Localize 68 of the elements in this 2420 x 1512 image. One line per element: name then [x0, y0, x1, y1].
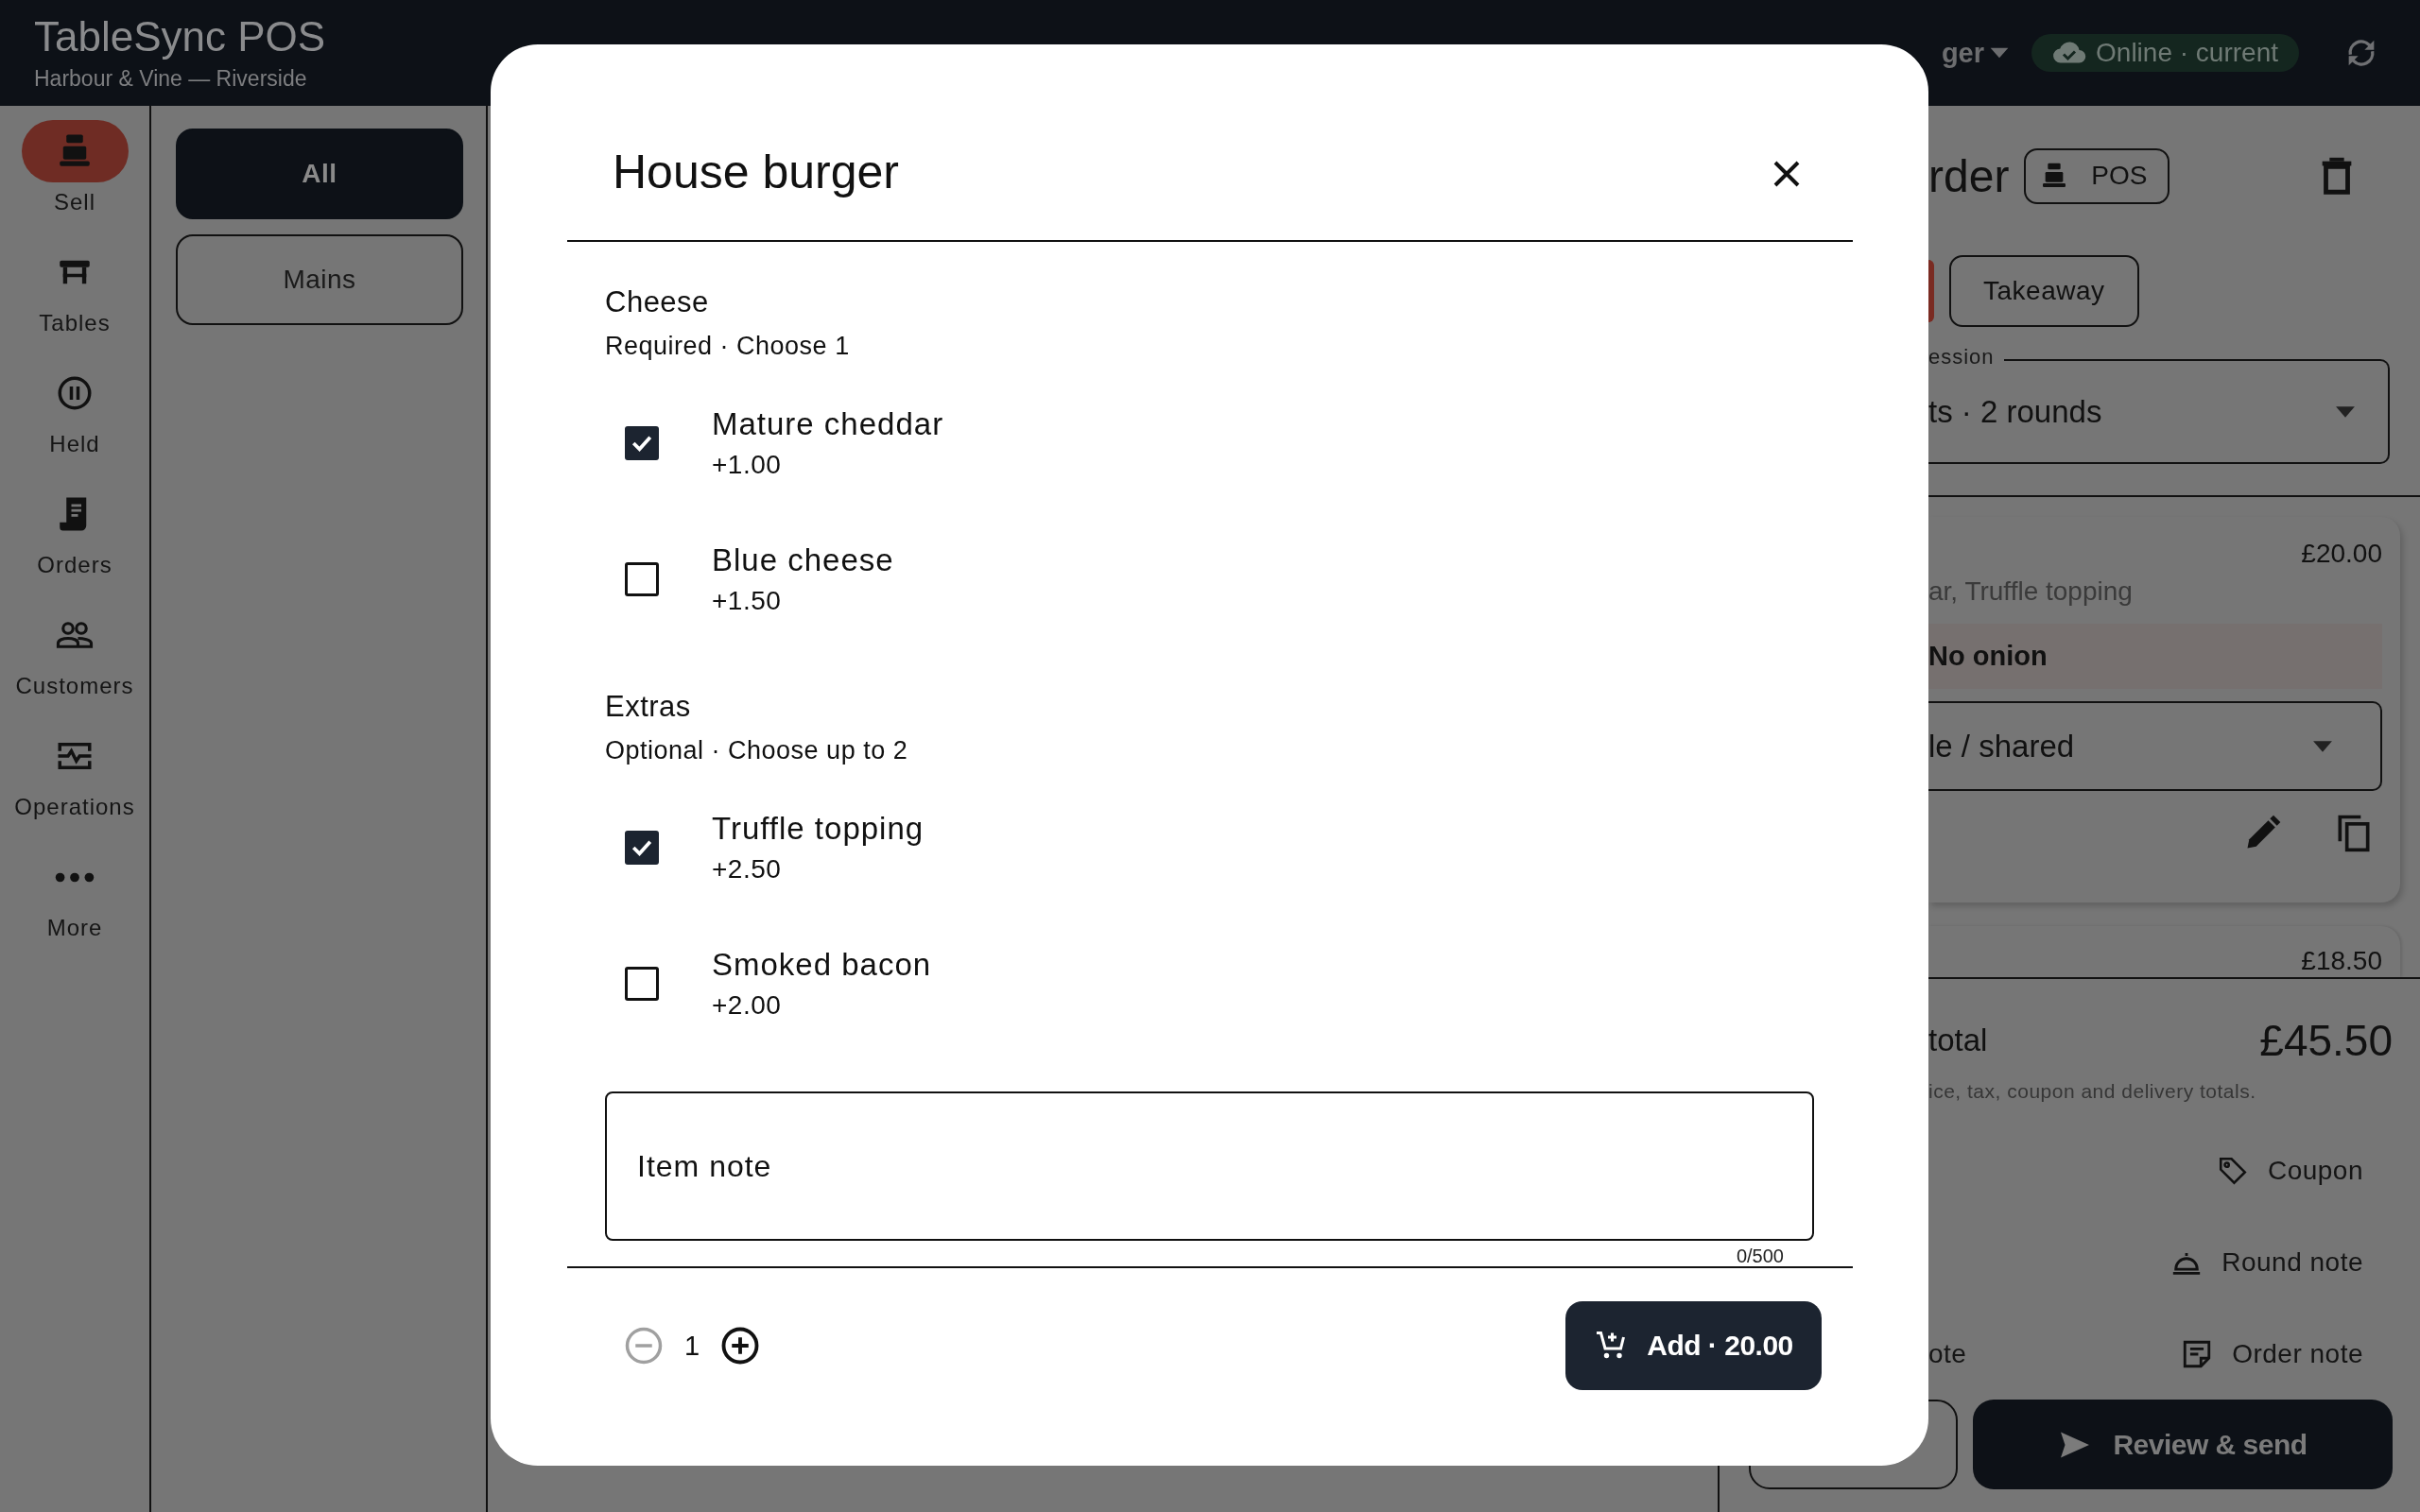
more-icon — [55, 871, 95, 883]
group-rule: Required · Choose 1 — [605, 331, 851, 362]
category-button[interactable]: All — [176, 129, 463, 219]
app-title: TableSync POS — [34, 13, 326, 60]
option-name: Smoked bacon — [712, 946, 932, 984]
option-price: +1.00 — [712, 449, 783, 481]
nav-item[interactable]: Operations — [14, 725, 135, 846]
option-row[interactable]: Mature cheddar +1.00 — [605, 375, 1814, 511]
minus-icon — [624, 1326, 664, 1366]
note-button[interactable]: ote — [1928, 1338, 1967, 1369]
service-type-button[interactable]: Takeaway — [1949, 255, 2139, 327]
nav-label: Sell — [54, 188, 95, 216]
nav-label: Customers — [15, 672, 134, 700]
nav-item[interactable]: Orders — [21, 483, 129, 604]
order-title: rder — [1928, 149, 2010, 202]
action-button[interactable]: Coupon — [2216, 1154, 2363, 1187]
option-name: Truffle topping — [712, 810, 925, 848]
select-value: ts · 2 rounds — [1928, 393, 2102, 430]
option-row[interactable]: Truffle topping +2.50 — [605, 780, 1814, 916]
checkbox[interactable] — [625, 426, 659, 460]
order-line-card[interactable]: £18.50 — [1928, 926, 2400, 977]
category-button[interactable]: Mains — [176, 234, 463, 325]
group-rule: Optional · Choose up to 2 — [605, 735, 909, 766]
option-row[interactable]: Smoked bacon +2.00 — [605, 916, 1814, 1052]
option-name: Blue cheese — [712, 541, 894, 579]
nav-label: Held — [49, 430, 100, 458]
checkbox[interactable] — [625, 967, 659, 1001]
totals-hint: ice, tax, coupon and delivery totals. — [1928, 1079, 2257, 1104]
order-line-card[interactable]: £20.00 ar, Truffle topping No onion le / shared — [1928, 517, 2400, 902]
line-price: £20.00 — [2301, 538, 2382, 570]
nav-label: Orders — [37, 551, 112, 579]
action-button[interactable]: Round note — [2170, 1246, 2363, 1279]
option-price: +1.50 — [712, 585, 783, 617]
option-row[interactable]: Blue cheese +1.50 — [605, 511, 1814, 647]
checkbox[interactable] — [625, 831, 659, 865]
nav-item[interactable]: More — [21, 846, 129, 967]
line-price: £18.50 — [2301, 945, 2382, 977]
add-to-order-button[interactable]: Add · 20.00 — [1565, 1301, 1822, 1390]
option-price: +2.50 — [712, 853, 783, 885]
nav-item[interactable]: Held — [21, 362, 129, 483]
nav-label: Operations — [14, 793, 135, 821]
dialog-title: House burger — [613, 146, 899, 198]
review-send-button[interactable]: Review & send — [1973, 1400, 2393, 1489]
option-price: +2.00 — [712, 989, 783, 1022]
line-note: No onion — [1928, 624, 2382, 689]
group-title: Extras — [605, 689, 692, 725]
assignment-select[interactable]: le / shared — [1928, 701, 2382, 791]
note-field[interactable]: Item note — [605, 1091, 1814, 1241]
increase-button[interactable] — [720, 1326, 761, 1366]
status-pill: Online · current — [2031, 34, 2299, 72]
group-title: Cheese — [605, 284, 710, 320]
user-menu[interactable]: ger — [1941, 37, 2015, 69]
subtotal-amount: £45.50 — [2259, 1015, 2393, 1066]
line-modifiers: ar, Truffle topping — [1928, 576, 2134, 608]
location-name: Harbour & Vine — Riverside — [34, 65, 308, 93]
nav-item[interactable]: Tables — [21, 241, 129, 362]
quantity-value: 1 — [683, 1330, 701, 1362]
character-counter: 0/500 — [1736, 1246, 1784, 1266]
checkbox[interactable] — [625, 562, 659, 596]
nav-label: More — [46, 914, 103, 942]
plus-icon — [720, 1326, 761, 1366]
action-button[interactable]: Order note — [2181, 1337, 2363, 1370]
select-value: le / shared — [1928, 728, 2075, 765]
option-name: Mature cheddar — [712, 405, 944, 443]
nav-item[interactable]: Customers — [15, 604, 134, 725]
source-chip: POS — [2024, 147, 2170, 204]
subtotal-label: total — [1928, 1022, 1988, 1058]
nav-label: Tables — [39, 309, 111, 337]
